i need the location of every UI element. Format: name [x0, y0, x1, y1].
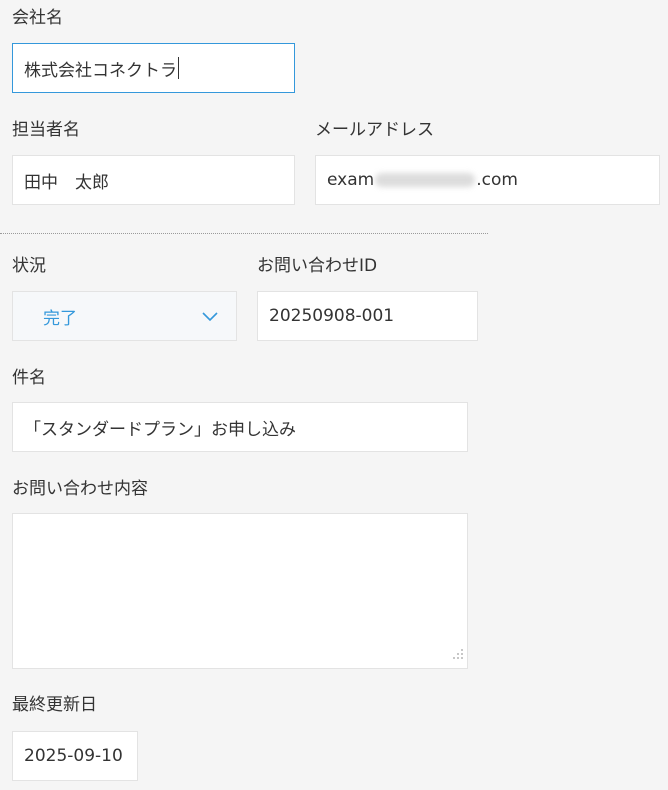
- contact-person-input[interactable]: 田中 太郎: [12, 155, 295, 205]
- subject-input[interactable]: 「スタンダードプラン」お申し込み: [12, 402, 468, 452]
- email-value-prefix: exam: [327, 170, 375, 190]
- redacted-blur: [375, 173, 476, 187]
- chevron-down-icon: [202, 307, 218, 327]
- inquiry-id-value: 20250908-001: [269, 306, 395, 326]
- inquiry-id-field[interactable]: 20250908-001: [257, 291, 478, 341]
- company-input[interactable]: 株式会社コネクトラ: [12, 43, 295, 93]
- company-label: 会社名: [12, 8, 63, 28]
- last-updated-label: 最終更新日: [12, 695, 97, 715]
- last-updated-field: 2025-09-10: [12, 731, 138, 781]
- content-textarea[interactable]: [12, 513, 468, 669]
- company-value: 株式会社コネクトラ: [24, 60, 177, 81]
- subject-value: 「スタンダードプラン」お申し込み: [24, 419, 296, 440]
- inquiry-id-label: お問い合わせID: [257, 256, 378, 276]
- text-caret: [178, 57, 179, 79]
- subject-label: 件名: [12, 368, 46, 388]
- content-label: お問い合わせ内容: [12, 479, 148, 499]
- resize-handle-icon[interactable]: [452, 645, 464, 665]
- email-value-suffix: .com: [476, 170, 518, 190]
- status-label: 状況: [12, 256, 46, 276]
- section-divider: [0, 233, 488, 234]
- status-selected-value: 完了: [43, 308, 77, 329]
- status-dropdown[interactable]: 完了: [12, 291, 237, 341]
- last-updated-value: 2025-09-10: [24, 746, 123, 766]
- contact-person-label: 担当者名: [12, 120, 80, 140]
- email-label: メールアドレス: [315, 120, 434, 140]
- email-input[interactable]: exam .com: [315, 155, 660, 205]
- contact-person-value: 田中 太郎: [24, 172, 109, 193]
